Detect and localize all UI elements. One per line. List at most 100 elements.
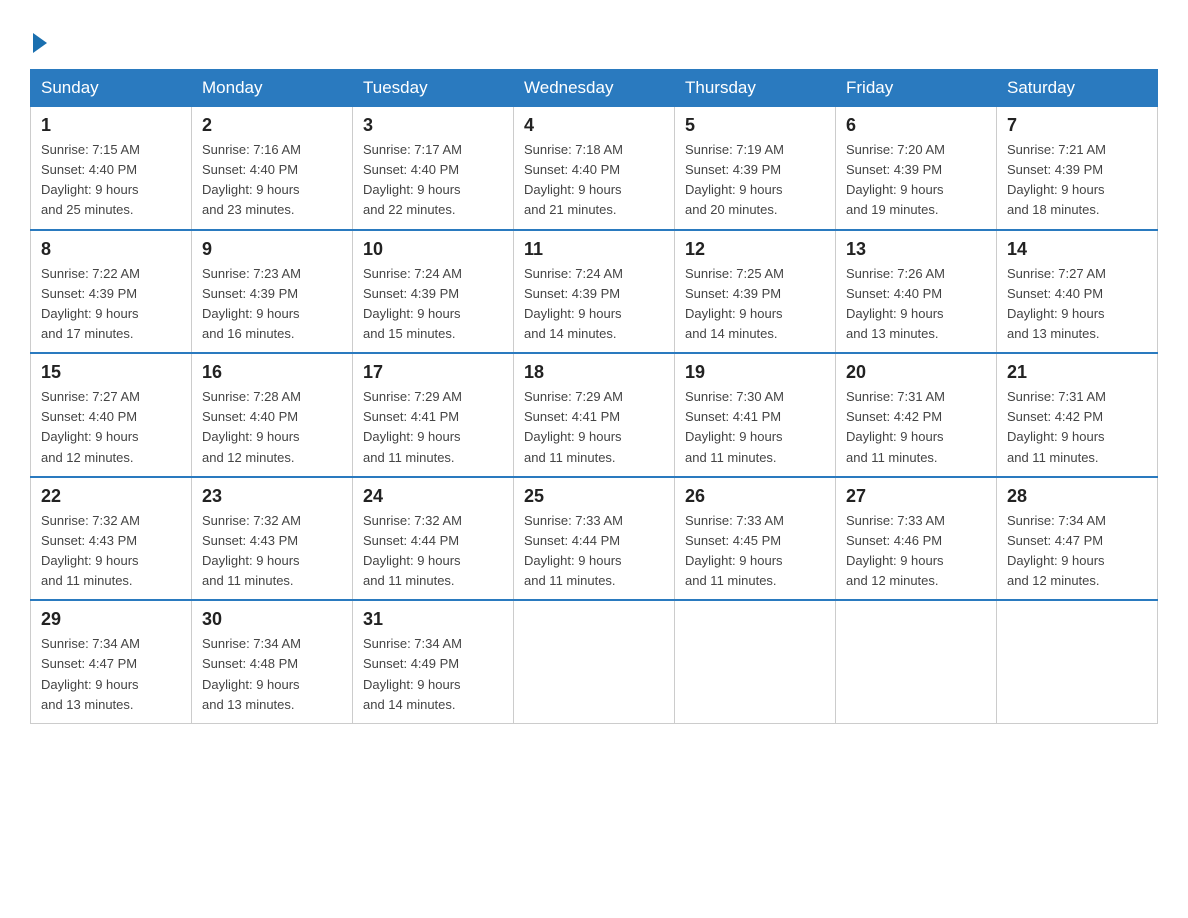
day-info: Sunrise: 7:17 AMSunset: 4:40 PMDaylight:… xyxy=(363,140,503,221)
day-info: Sunrise: 7:29 AMSunset: 4:41 PMDaylight:… xyxy=(524,387,664,468)
logo xyxy=(30,30,47,49)
calendar-day-cell: 26 Sunrise: 7:33 AMSunset: 4:45 PMDayligh… xyxy=(675,477,836,601)
column-header-saturday: Saturday xyxy=(997,70,1158,107)
day-info: Sunrise: 7:33 AMSunset: 4:44 PMDaylight:… xyxy=(524,511,664,592)
day-number: 18 xyxy=(524,362,664,383)
day-number: 19 xyxy=(685,362,825,383)
day-number: 20 xyxy=(846,362,986,383)
calendar-day-cell: 1 Sunrise: 7:15 AMSunset: 4:40 PMDaylight… xyxy=(31,107,192,230)
calendar-day-cell: 23 Sunrise: 7:32 AMSunset: 4:43 PMDayligh… xyxy=(192,477,353,601)
day-info: Sunrise: 7:22 AMSunset: 4:39 PMDaylight:… xyxy=(41,264,181,345)
day-number: 21 xyxy=(1007,362,1147,383)
day-number: 4 xyxy=(524,115,664,136)
day-info: Sunrise: 7:32 AMSunset: 4:43 PMDaylight:… xyxy=(41,511,181,592)
day-number: 17 xyxy=(363,362,503,383)
day-number: 2 xyxy=(202,115,342,136)
day-info: Sunrise: 7:23 AMSunset: 4:39 PMDaylight:… xyxy=(202,264,342,345)
day-number: 30 xyxy=(202,609,342,630)
column-header-thursday: Thursday xyxy=(675,70,836,107)
calendar-day-cell: 20 Sunrise: 7:31 AMSunset: 4:42 PMDayligh… xyxy=(836,353,997,477)
calendar-day-cell: 29Sunrise: 7:34 AMSunset: 4:47 PMDayligh… xyxy=(31,600,192,723)
calendar-day-cell: 15 Sunrise: 7:27 AMSunset: 4:40 PMDayligh… xyxy=(31,353,192,477)
day-number: 3 xyxy=(363,115,503,136)
calendar-day-cell: 13Sunrise: 7:26 AMSunset: 4:40 PMDayligh… xyxy=(836,230,997,354)
calendar-table: SundayMondayTuesdayWednesdayThursdayFrid… xyxy=(30,69,1158,724)
calendar-day-cell: 22 Sunrise: 7:32 AMSunset: 4:43 PMDayligh… xyxy=(31,477,192,601)
day-number: 16 xyxy=(202,362,342,383)
day-number: 1 xyxy=(41,115,181,136)
day-info: Sunrise: 7:24 AMSunset: 4:39 PMDaylight:… xyxy=(363,264,503,345)
day-info: Sunrise: 7:25 AMSunset: 4:39 PMDaylight:… xyxy=(685,264,825,345)
day-info: Sunrise: 7:31 AMSunset: 4:42 PMDaylight:… xyxy=(1007,387,1147,468)
calendar-day-cell: 11 Sunrise: 7:24 AMSunset: 4:39 PMDayligh… xyxy=(514,230,675,354)
column-header-monday: Monday xyxy=(192,70,353,107)
day-number: 31 xyxy=(363,609,503,630)
calendar-day-cell: 9 Sunrise: 7:23 AMSunset: 4:39 PMDaylight… xyxy=(192,230,353,354)
calendar-week-row: 15 Sunrise: 7:27 AMSunset: 4:40 PMDayligh… xyxy=(31,353,1158,477)
calendar-day-cell: 18 Sunrise: 7:29 AMSunset: 4:41 PMDayligh… xyxy=(514,353,675,477)
calendar-day-cell xyxy=(514,600,675,723)
day-number: 14 xyxy=(1007,239,1147,260)
calendar-week-row: 22 Sunrise: 7:32 AMSunset: 4:43 PMDayligh… xyxy=(31,477,1158,601)
calendar-day-cell xyxy=(836,600,997,723)
calendar-day-cell: 12Sunrise: 7:25 AMSunset: 4:39 PMDayligh… xyxy=(675,230,836,354)
day-info: Sunrise: 7:19 AMSunset: 4:39 PMDaylight:… xyxy=(685,140,825,221)
calendar-day-cell: 19 Sunrise: 7:30 AMSunset: 4:41 PMDayligh… xyxy=(675,353,836,477)
calendar-day-cell: 25 Sunrise: 7:33 AMSunset: 4:44 PMDayligh… xyxy=(514,477,675,601)
day-number: 27 xyxy=(846,486,986,507)
calendar-day-cell: 7 Sunrise: 7:21 AMSunset: 4:39 PMDaylight… xyxy=(997,107,1158,230)
day-info: Sunrise: 7:33 AMSunset: 4:45 PMDaylight:… xyxy=(685,511,825,592)
calendar-day-cell: 17 Sunrise: 7:29 AMSunset: 4:41 PMDayligh… xyxy=(353,353,514,477)
calendar-day-cell: 4Sunrise: 7:18 AMSunset: 4:40 PMDaylight… xyxy=(514,107,675,230)
day-number: 25 xyxy=(524,486,664,507)
day-info: Sunrise: 7:30 AMSunset: 4:41 PMDaylight:… xyxy=(685,387,825,468)
column-header-sunday: Sunday xyxy=(31,70,192,107)
day-info: Sunrise: 7:24 AMSunset: 4:39 PMDaylight:… xyxy=(524,264,664,345)
day-number: 29 xyxy=(41,609,181,630)
day-info: Sunrise: 7:26 AMSunset: 4:40 PMDaylight:… xyxy=(846,264,986,345)
day-number: 10 xyxy=(363,239,503,260)
calendar-day-cell xyxy=(997,600,1158,723)
day-number: 23 xyxy=(202,486,342,507)
column-header-tuesday: Tuesday xyxy=(353,70,514,107)
calendar-week-row: 8 Sunrise: 7:22 AMSunset: 4:39 PMDaylight… xyxy=(31,230,1158,354)
day-number: 9 xyxy=(202,239,342,260)
day-number: 26 xyxy=(685,486,825,507)
calendar-day-cell: 10 Sunrise: 7:24 AMSunset: 4:39 PMDayligh… xyxy=(353,230,514,354)
calendar-day-cell: 16Sunrise: 7:28 AMSunset: 4:40 PMDayligh… xyxy=(192,353,353,477)
day-number: 11 xyxy=(524,239,664,260)
day-number: 24 xyxy=(363,486,503,507)
day-info: Sunrise: 7:16 AMSunset: 4:40 PMDaylight:… xyxy=(202,140,342,221)
calendar-day-cell xyxy=(675,600,836,723)
column-header-friday: Friday xyxy=(836,70,997,107)
day-info: Sunrise: 7:34 AMSunset: 4:47 PMDaylight:… xyxy=(1007,511,1147,592)
calendar-day-cell: 27 Sunrise: 7:33 AMSunset: 4:46 PMDayligh… xyxy=(836,477,997,601)
day-number: 7 xyxy=(1007,115,1147,136)
calendar-day-cell: 2 Sunrise: 7:16 AMSunset: 4:40 PMDaylight… xyxy=(192,107,353,230)
calendar-day-cell: 31Sunrise: 7:34 AMSunset: 4:49 PMDayligh… xyxy=(353,600,514,723)
day-info: Sunrise: 7:33 AMSunset: 4:46 PMDaylight:… xyxy=(846,511,986,592)
calendar-day-cell: 14 Sunrise: 7:27 AMSunset: 4:40 PMDayligh… xyxy=(997,230,1158,354)
logo-arrow-icon xyxy=(33,33,47,53)
day-info: Sunrise: 7:27 AMSunset: 4:40 PMDaylight:… xyxy=(41,387,181,468)
day-info: Sunrise: 7:27 AMSunset: 4:40 PMDaylight:… xyxy=(1007,264,1147,345)
day-number: 15 xyxy=(41,362,181,383)
day-info: Sunrise: 7:21 AMSunset: 4:39 PMDaylight:… xyxy=(1007,140,1147,221)
calendar-week-row: 1 Sunrise: 7:15 AMSunset: 4:40 PMDaylight… xyxy=(31,107,1158,230)
calendar-day-cell: 28 Sunrise: 7:34 AMSunset: 4:47 PMDayligh… xyxy=(997,477,1158,601)
day-number: 5 xyxy=(685,115,825,136)
calendar-day-cell: 21 Sunrise: 7:31 AMSunset: 4:42 PMDayligh… xyxy=(997,353,1158,477)
day-info: Sunrise: 7:34 AMSunset: 4:48 PMDaylight:… xyxy=(202,634,342,715)
calendar-day-cell: 5 Sunrise: 7:19 AMSunset: 4:39 PMDaylight… xyxy=(675,107,836,230)
day-info: Sunrise: 7:15 AMSunset: 4:40 PMDaylight:… xyxy=(41,140,181,221)
day-number: 28 xyxy=(1007,486,1147,507)
page-header xyxy=(30,30,1158,49)
day-number: 8 xyxy=(41,239,181,260)
calendar-week-row: 29Sunrise: 7:34 AMSunset: 4:47 PMDayligh… xyxy=(31,600,1158,723)
column-header-wednesday: Wednesday xyxy=(514,70,675,107)
day-info: Sunrise: 7:31 AMSunset: 4:42 PMDaylight:… xyxy=(846,387,986,468)
day-number: 22 xyxy=(41,486,181,507)
calendar-day-cell: 3 Sunrise: 7:17 AMSunset: 4:40 PMDaylight… xyxy=(353,107,514,230)
day-info: Sunrise: 7:32 AMSunset: 4:43 PMDaylight:… xyxy=(202,511,342,592)
day-info: Sunrise: 7:29 AMSunset: 4:41 PMDaylight:… xyxy=(363,387,503,468)
